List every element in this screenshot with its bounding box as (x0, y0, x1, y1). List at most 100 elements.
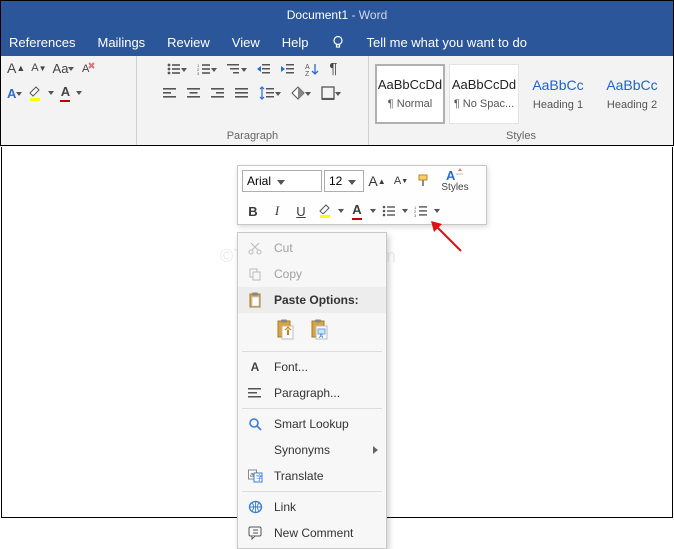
ctx-cut[interactable]: Cut (238, 235, 386, 261)
mini-font-color-dropdown[interactable] (370, 202, 376, 220)
mini-font-select[interactable]: Arial (242, 170, 322, 192)
clipboard-icon (246, 291, 264, 309)
shrink-font-button[interactable]: A▼ (31, 62, 46, 74)
mini-bullets-dropdown[interactable] (402, 202, 408, 220)
mini-grow-font-button[interactable]: A▲ (366, 170, 388, 192)
doc-title: Document1 (287, 8, 348, 22)
ribbon-group-styles: AaBbCcDd ¶ Normal AaBbCcDd ¶ No Spac... … (369, 56, 673, 145)
svg-text:Z: Z (305, 71, 310, 76)
mini-size-select[interactable]: 12 (324, 170, 364, 192)
tab-help[interactable]: Help (282, 35, 309, 50)
borders-button[interactable] (321, 85, 341, 100)
mini-format-painter-button[interactable] (414, 170, 436, 192)
style-heading-2[interactable]: AaBbCc Heading 2 (597, 64, 667, 124)
ribbon-tabs: References Mailings Review View Help Tel… (0, 28, 674, 56)
ctx-synonyms[interactable]: Synonyms (238, 437, 386, 463)
justify-button[interactable] (235, 87, 249, 99)
synonyms-icon (246, 441, 264, 459)
decrease-indent-button[interactable] (257, 63, 271, 75)
mini-highlight-dropdown[interactable] (338, 202, 344, 220)
link-icon (246, 498, 264, 516)
mini-bold-button[interactable]: B (242, 200, 264, 222)
ctx-translate[interactable]: a字 Translate (238, 463, 386, 489)
tab-view[interactable]: View (232, 35, 260, 50)
ctx-smart-lookup[interactable]: Smart Lookup (238, 411, 386, 437)
paragraph-icon (246, 384, 264, 402)
svg-text:字: 字 (256, 473, 263, 482)
tell-me-search[interactable]: Tell me what you want to do (367, 35, 527, 50)
shading-button[interactable] (291, 85, 311, 100)
title-bar: Document1 - Word (0, 0, 674, 28)
ribbon-group-font: A▲ A▼ Aa A A A (1, 56, 137, 145)
highlight-dropdown[interactable] (48, 84, 54, 102)
text-effects-button[interactable]: A (7, 86, 22, 101)
mini-font-color-button[interactable]: A (346, 200, 368, 222)
comment-icon (246, 524, 264, 542)
ctx-link[interactable]: Link (238, 494, 386, 520)
app-name: Word (359, 8, 387, 22)
ctx-separator-2 (242, 408, 382, 409)
ctx-font[interactable]: A Font... (238, 354, 386, 380)
ctx-separator-3 (242, 491, 382, 492)
font-group-label (1, 127, 136, 145)
style-normal[interactable]: AaBbCcDd ¶ Normal (375, 64, 445, 124)
ctx-copy[interactable]: Copy (238, 261, 386, 287)
style-no-spacing[interactable]: AaBbCcDd ¶ No Spac... (449, 64, 519, 124)
ribbon: A▲ A▼ Aa A A A (0, 56, 674, 146)
title-separator: - (348, 8, 359, 22)
svg-text:A: A (319, 334, 324, 340)
lightbulb-icon (331, 35, 345, 49)
align-right-button[interactable] (211, 87, 225, 99)
svg-text:A: A (305, 64, 310, 71)
font-color-dropdown[interactable] (76, 84, 82, 102)
show-hide-button[interactable]: ¶ (329, 60, 337, 77)
ribbon-group-paragraph: 123 AZ ¶ Paragraph (137, 56, 369, 145)
mini-toolbar: Arial 12 A▲ A▼ A Styles B I U A 123 (237, 165, 487, 225)
svg-text:A: A (82, 63, 90, 75)
ctx-paste-options-header: Paste Options: (238, 287, 386, 313)
align-left-button[interactable] (163, 87, 177, 99)
svg-text:A: A (446, 168, 456, 182)
font-color-button[interactable]: A (60, 84, 70, 102)
numbering-button[interactable]: 123 (197, 61, 217, 76)
sort-button[interactable]: AZ (305, 62, 319, 76)
paste-keep-text-button[interactable]: A (308, 317, 332, 343)
mini-numbering-dropdown[interactable] (434, 202, 440, 220)
mini-bullets-button[interactable] (378, 200, 400, 222)
styles-group-label: Styles (369, 127, 673, 145)
mini-shrink-font-button[interactable]: A▼ (390, 170, 412, 192)
svg-text:3: 3 (414, 213, 417, 217)
align-center-button[interactable] (187, 87, 201, 99)
scissors-icon (246, 239, 264, 257)
tab-references[interactable]: References (9, 35, 75, 50)
font-icon: A (246, 358, 264, 376)
context-menu: Cut Copy Paste Options: A A Font... Para… (237, 232, 387, 549)
bullets-button[interactable] (167, 61, 187, 76)
translate-icon: a字 (246, 467, 264, 485)
line-spacing-button[interactable] (259, 85, 281, 100)
change-case-button[interactable]: Aa (53, 61, 75, 76)
grow-font-button[interactable]: A▲ (7, 60, 25, 76)
tab-review[interactable]: Review (167, 35, 210, 50)
mini-styles-button[interactable]: A Styles (438, 168, 472, 194)
increase-indent-button[interactable] (281, 63, 295, 75)
copy-icon (246, 265, 264, 283)
mini-underline-button[interactable]: U (290, 200, 312, 222)
ctx-new-comment[interactable]: New Comment (238, 520, 386, 546)
svg-text:a: a (250, 472, 254, 479)
ctx-separator-1 (242, 351, 382, 352)
paragraph-group-label: Paragraph (137, 127, 368, 145)
mini-highlight-button[interactable] (314, 200, 336, 222)
svg-text:3: 3 (197, 71, 200, 75)
search-icon (246, 415, 264, 433)
highlight-button[interactable] (28, 85, 42, 101)
style-heading-1[interactable]: AaBbCc Heading 1 (523, 64, 593, 124)
paste-keep-source-button[interactable] (274, 317, 298, 343)
mini-numbering-button[interactable]: 123 (410, 200, 432, 222)
multilevel-list-button[interactable] (227, 61, 247, 76)
tab-mailings[interactable]: Mailings (97, 35, 145, 50)
ctx-paste-options-row: A (238, 313, 386, 349)
mini-italic-button[interactable]: I (266, 200, 288, 222)
ctx-paragraph[interactable]: Paragraph... (238, 380, 386, 406)
clear-formatting-button[interactable]: A (80, 60, 96, 76)
